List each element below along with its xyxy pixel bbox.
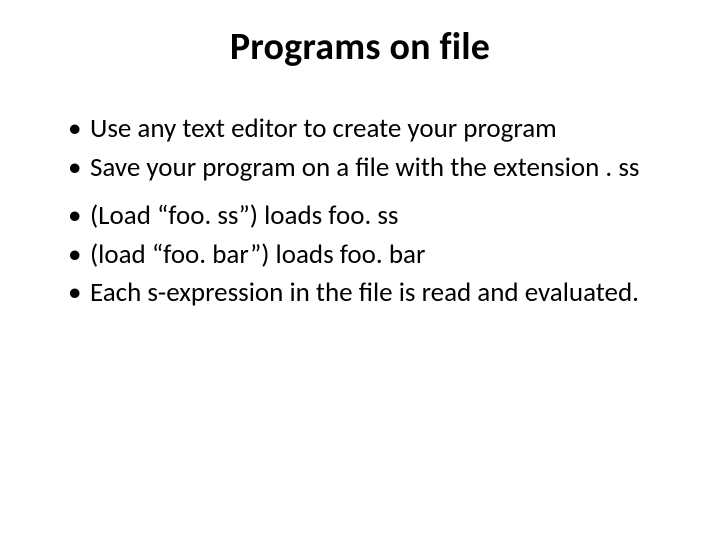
list-item: Use any text editor to create your progr…	[68, 112, 670, 147]
list-item: (Load “foo. ss”) loads foo. ss	[68, 199, 670, 234]
spacer	[68, 189, 670, 199]
slide: Programs on file Use any text editor to …	[0, 0, 720, 540]
slide-title: Programs on file	[40, 24, 680, 70]
list-item: Each s-expression in the file is read an…	[68, 276, 670, 311]
list-item: (load “foo. bar”) loads foo. bar	[68, 238, 670, 273]
bullet-list: Use any text editor to create your progr…	[40, 112, 680, 311]
list-item: Save your program on a file with the ext…	[68, 151, 670, 186]
